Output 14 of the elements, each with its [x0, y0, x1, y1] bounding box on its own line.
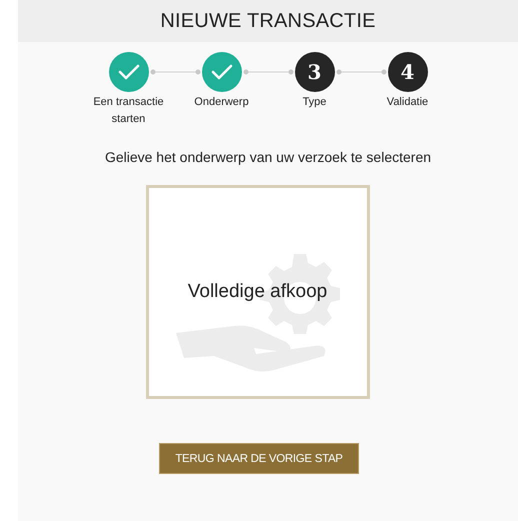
page-title: NIEUWE TRANSACTIE	[18, 0, 518, 42]
option-label: Volledige afkoop	[188, 281, 328, 303]
step-connector	[334, 68, 388, 76]
back-button[interactable]: TERUG NAAR DE VORIGE STAP	[159, 443, 359, 474]
option-card[interactable]: Volledige afkoop	[146, 185, 370, 399]
step-label: Een transactie starten	[92, 95, 165, 127]
step-connector	[242, 68, 294, 76]
step-number: 3	[294, 52, 334, 92]
step-label: Validatie	[386, 95, 428, 110]
step-label: Type	[302, 95, 326, 110]
step-connector	[148, 68, 202, 76]
step-label: Onderwerp	[194, 95, 249, 110]
step-number: 4	[388, 52, 428, 92]
instruction-text: Gelieve het onderwerp van uw verzoek te selecteren	[104, 149, 432, 165]
